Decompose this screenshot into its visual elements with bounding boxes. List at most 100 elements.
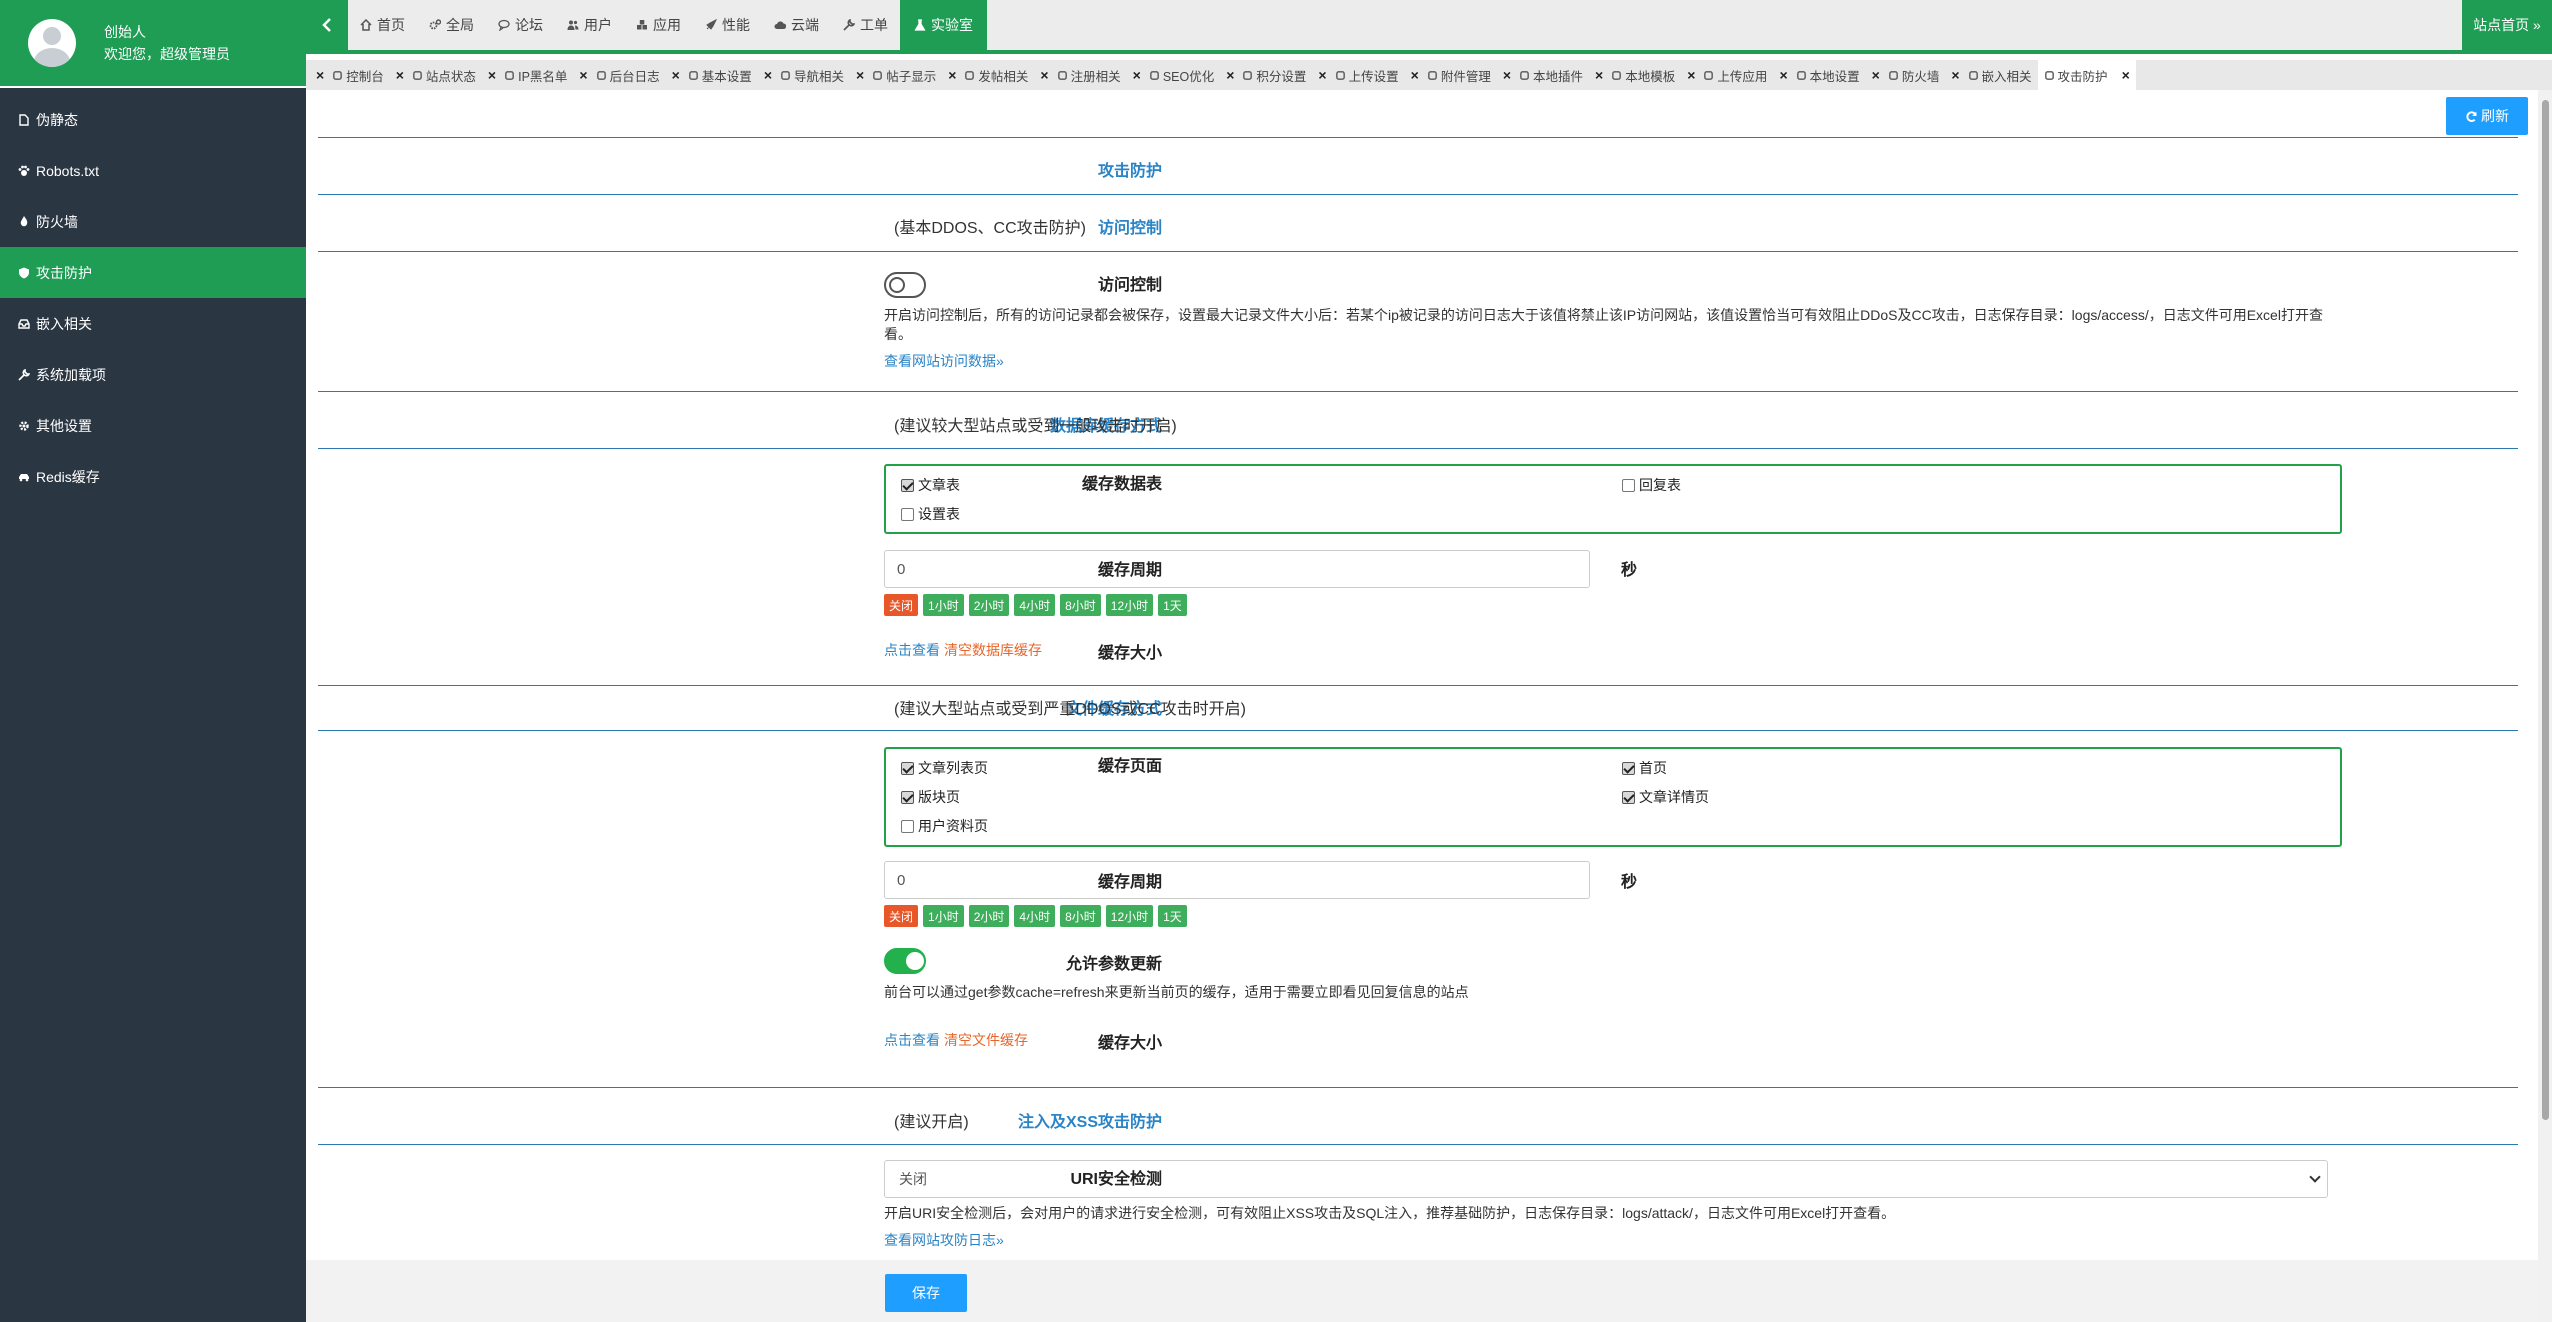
ban-icon (504, 70, 515, 81)
checkbox-article-detail-page[interactable]: 文章详情页 (1622, 787, 1709, 807)
tab-1[interactable]: × 控制台 (310, 60, 390, 90)
close-icon[interactable]: × (2122, 67, 2130, 83)
preset-button[interactable]: 2小时 (968, 905, 1010, 927)
sidebar-item-system-addons[interactable]: 系统加载项 (0, 349, 306, 400)
nav-tickets[interactable]: 工单 (831, 0, 900, 50)
tab-5[interactable]: × 基本设置 (666, 60, 758, 90)
close-icon[interactable]: × (1779, 67, 1787, 83)
preset-button[interactable]: 关闭 (884, 905, 919, 927)
nav-home[interactable]: 首页 (348, 0, 417, 50)
tab-17[interactable]: × 本地设置 (1773, 60, 1865, 90)
nav-apps[interactable]: 应用 (624, 0, 693, 50)
tab-14[interactable]: × 本地插件 (1497, 60, 1589, 90)
sidebar-item-redis-cache[interactable]: Redis缓存 (0, 451, 306, 502)
checkbox-home-page[interactable]: 首页 (1622, 758, 1667, 778)
preset-button[interactable]: 8小时 (1060, 594, 1101, 616)
preset-button[interactable]: 2小时 (968, 594, 1010, 616)
close-icon[interactable]: × (1872, 67, 1880, 83)
scrollbar[interactable] (2538, 90, 2552, 1322)
close-icon[interactable]: × (672, 67, 680, 83)
tab-7[interactable]: × 帖子显示 (850, 60, 942, 90)
preset-button[interactable]: 12小时 (1105, 905, 1154, 927)
access-control-toggle[interactable] (884, 272, 926, 298)
tab-15[interactable]: × 本地模板 (1589, 60, 1681, 90)
sidebar-item-other-settings[interactable]: 其他设置 (0, 400, 306, 451)
close-icon[interactable]: × (488, 67, 496, 83)
checkbox-settings-table[interactable]: 设置表 (901, 504, 960, 524)
save-button[interactable]: 保存 (885, 1274, 967, 1312)
file-cache-view-link[interactable]: 点击查看 (884, 1030, 940, 1050)
uri-check-select[interactable]: 关闭 (884, 1160, 2328, 1198)
tab-10[interactable]: × SEO优化 (1127, 60, 1221, 90)
nav-lab[interactable]: 实验室 (900, 0, 987, 50)
tab-18[interactable]: × 防火墙 (1866, 60, 1946, 90)
tab-12[interactable]: × 上传设置 (1312, 60, 1404, 90)
close-icon[interactable]: × (1040, 67, 1048, 83)
close-icon[interactable]: × (856, 67, 864, 83)
sidebar-item-label: Robots.txt (36, 162, 100, 179)
access-control-label: 访问控制 (1097, 277, 1162, 294)
preset-button[interactable]: 关闭 (884, 594, 919, 616)
close-icon[interactable]: × (579, 67, 587, 83)
checkbox-article-list-page[interactable]: 文章列表页 (901, 758, 988, 778)
close-icon[interactable]: × (1951, 67, 1959, 83)
avatar[interactable] (28, 19, 76, 67)
db-cache-view-link[interactable]: 点击查看 (884, 640, 940, 660)
close-icon[interactable]: × (764, 67, 772, 83)
close-icon[interactable]: × (1411, 67, 1419, 83)
nav-global[interactable]: 全局 (417, 0, 486, 50)
preset-button[interactable]: 12小时 (1105, 594, 1154, 616)
preset-button[interactable]: 4小时 (1014, 905, 1056, 927)
scrollbar-thumb[interactable] (2542, 100, 2549, 1120)
nav-forum[interactable]: 论坛 (486, 0, 555, 50)
sidebar-item-firewall[interactable]: 防火墙 (0, 196, 306, 247)
tab-11[interactable]: × 积分设置 (1220, 60, 1312, 90)
tab-13[interactable]: × 附件管理 (1405, 60, 1497, 90)
sidebar-item-rewrite[interactable]: 伪静态 (0, 94, 306, 145)
checkbox-forum-page[interactable]: 版块页 (901, 787, 960, 807)
sidebar-item-embed[interactable]: 嵌入相关 (0, 298, 306, 349)
tab-2[interactable]: × 站点状态 (390, 60, 482, 90)
tab-9[interactable]: × 注册相关 (1034, 60, 1126, 90)
nav-users[interactable]: 用户 (555, 0, 624, 50)
close-icon[interactable]: × (316, 67, 324, 83)
db-cache-period-input[interactable]: 0 (884, 550, 1590, 588)
clear-db-cache-link[interactable]: 清空数据库缓存 (944, 640, 1042, 660)
checkbox-article-table[interactable]: 文章表 (901, 475, 960, 495)
checkbox-user-profile-page[interactable]: 用户资料页 (901, 816, 988, 836)
collapse-sidebar-button[interactable] (306, 0, 348, 50)
close-icon[interactable]: × (1133, 67, 1141, 83)
tab-8[interactable]: × 发帖相关 (942, 60, 1034, 90)
clear-file-cache-link[interactable]: 清空文件缓存 (944, 1030, 1028, 1050)
allow-param-update-toggle[interactable] (884, 948, 926, 974)
site-home-link[interactable]: 站点首页 » (2462, 0, 2552, 50)
preset-button[interactable]: 1天 (1158, 594, 1187, 616)
tab-16[interactable]: × 上传应用 (1681, 60, 1773, 90)
nav-cloud[interactable]: 云端 (762, 0, 831, 50)
close-icon[interactable]: × (1503, 67, 1511, 83)
close-icon[interactable]: × (1595, 67, 1603, 83)
close-icon[interactable]: × (1226, 67, 1234, 83)
nav-performance[interactable]: 性能 (693, 0, 762, 50)
close-icon[interactable]: × (948, 67, 956, 83)
tab-4[interactable]: × 后台日志 (573, 60, 665, 90)
tab-20[interactable]: 攻击防护 × (2037, 60, 2136, 90)
file-cache-period-input[interactable]: 0 (884, 861, 1590, 899)
sidebar-item-attack-protection[interactable]: 攻击防护 (0, 247, 306, 298)
refresh-button[interactable]: 刷新 (2446, 97, 2528, 135)
preset-button[interactable]: 1天 (1158, 905, 1187, 927)
checkbox-reply-table[interactable]: 回复表 (1622, 475, 1681, 495)
close-icon[interactable]: × (396, 67, 404, 83)
preset-button[interactable]: 4小时 (1014, 594, 1056, 616)
tab-3[interactable]: × IP黑名单 (482, 60, 574, 90)
close-icon[interactable]: × (1687, 67, 1695, 83)
tab-19[interactable]: × 嵌入相关 (1945, 60, 2037, 90)
preset-button[interactable]: 8小时 (1060, 905, 1101, 927)
close-icon[interactable]: × (1318, 67, 1326, 83)
view-access-data-link[interactable]: 查看网站访问数据» (884, 351, 1004, 371)
tab-6[interactable]: × 导航相关 (758, 60, 850, 90)
sidebar-item-robots[interactable]: Robots.txt (0, 145, 306, 196)
view-attack-log-link[interactable]: 查看网站攻防日志» (884, 1230, 1004, 1250)
preset-button[interactable]: 1小时 (923, 905, 964, 927)
preset-button[interactable]: 1小时 (923, 594, 964, 616)
